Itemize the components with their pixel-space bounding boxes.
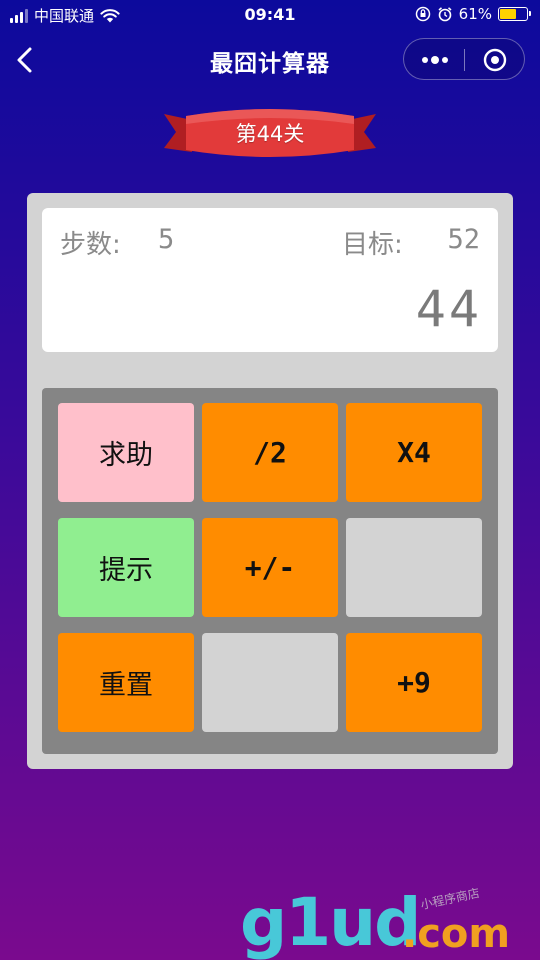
- status-right: 61%: [415, 5, 531, 23]
- close-target-icon[interactable]: [483, 48, 507, 72]
- divide-2-button[interactable]: /2: [202, 403, 338, 502]
- battery-percent: 61%: [458, 5, 492, 23]
- more-dots-icon[interactable]: [418, 54, 452, 66]
- alarm-icon: [438, 7, 452, 22]
- hint-button[interactable]: 提示: [58, 518, 194, 617]
- multiply-4-button[interactable]: X4: [346, 403, 482, 502]
- calculator-panel: 步数: 5 目标: 52 44 求助 /2 X4 提示 +/- 重置 +9: [27, 193, 513, 769]
- battery-fill: [500, 9, 516, 19]
- watermark-suffix: .com: [402, 911, 511, 957]
- watermark-tag: 小程序商店: [419, 885, 481, 913]
- watermark-logo: g1ud 小程序商店 .com: [240, 884, 530, 960]
- empty-key: [202, 633, 338, 732]
- battery-icon: [498, 7, 531, 21]
- goal-value: 52: [447, 224, 480, 255]
- rotation-lock-icon: [415, 6, 430, 22]
- nav-bar: 最囧计算器: [0, 36, 540, 84]
- add-9-button[interactable]: +9: [346, 633, 482, 732]
- calculator-display: 步数: 5 目标: 52 44: [42, 208, 498, 352]
- level-ribbon: 第44关: [162, 104, 378, 164]
- status-bar: 中国联通 09:41 61%: [0, 0, 540, 32]
- level-label: 第44关: [235, 122, 305, 146]
- negate-button[interactable]: +/-: [202, 518, 338, 617]
- current-value: 44: [415, 280, 482, 338]
- watermark-main: g1ud: [240, 884, 421, 960]
- capsule-divider: [464, 49, 465, 71]
- keypad: 求助 /2 X4 提示 +/- 重置 +9: [42, 388, 498, 754]
- goal-label: 目标:: [342, 230, 403, 260]
- help-button[interactable]: 求助: [58, 403, 194, 502]
- mini-program-capsule: [403, 38, 525, 80]
- steps-label: 步数:: [60, 230, 121, 260]
- reset-button[interactable]: 重置: [58, 633, 194, 732]
- empty-key: [346, 518, 482, 617]
- steps-value: 5: [158, 224, 175, 255]
